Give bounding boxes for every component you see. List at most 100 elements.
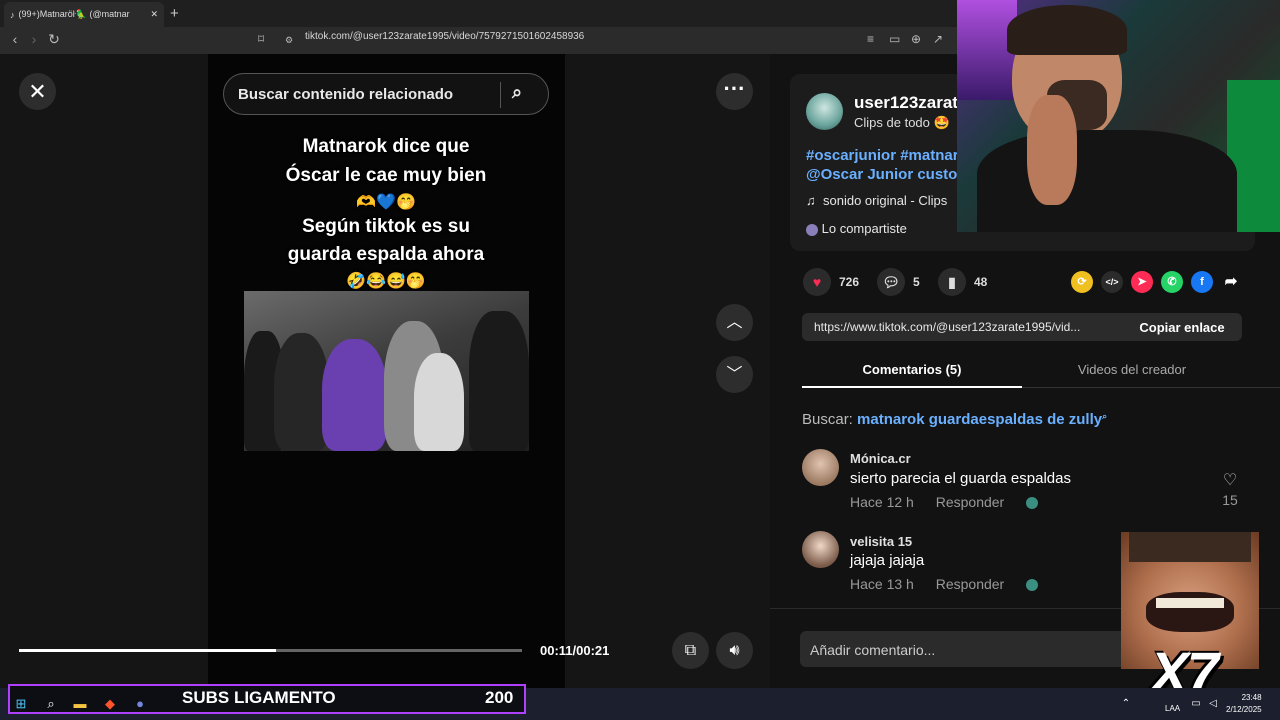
comment-meta: Hace 12 h Responder: [850, 494, 1056, 510]
previous-video-button[interactable]: ︿: [716, 304, 753, 341]
chevron-up-icon: ︿: [726, 314, 743, 331]
input-language[interactable]: LAA: [1165, 704, 1180, 713]
share-link-url[interactable]: https://www.tiktok.com/@user123zarate199…: [802, 320, 1122, 334]
search-suggestion-icon: ⌕: [1102, 411, 1108, 421]
system-clock[interactable]: 23:48 2/12/2025: [1226, 692, 1262, 716]
browser-tab[interactable]: ♪ (99+)Matnaröŀ🦜 (@matnar ✕: [4, 2, 164, 27]
start-icon[interactable]: ⊞: [11, 694, 31, 714]
heart-outline-icon[interactable]: ♡: [1218, 470, 1242, 490]
creator-username[interactable]: user123zarat: [854, 93, 958, 113]
reader-icon[interactable]: ≡: [867, 32, 874, 46]
webcam-overlay: [957, 0, 1280, 232]
comment-avatar[interactable]: [802, 531, 839, 568]
comment-count: 5: [913, 275, 920, 289]
close-tab-icon[interactable]: ✕: [150, 9, 158, 20]
back-icon[interactable]: ‹: [6, 31, 24, 47]
tray-chevron-up-icon[interactable]: ⌃: [1116, 694, 1136, 714]
search-icon[interactable]: ⌕: [512, 82, 522, 103]
caption-line-5: guarda espalda ahora: [287, 244, 485, 265]
comment-stat[interactable]: 💬︎ 5: [877, 268, 920, 296]
folder-icon[interactable]: ▬: [70, 694, 90, 714]
reload-icon[interactable]: ↻: [45, 31, 63, 48]
tab-comments[interactable]: Comentarios (5): [802, 362, 1022, 377]
discord-icon[interactable]: ●: [130, 694, 150, 714]
creator-subtitle: Clips de todo 🤩: [854, 115, 950, 130]
hashtags-line-1[interactable]: #oscarjunior #matnar: [806, 146, 967, 165]
caption-line-3: 🫶💙🤭: [356, 194, 416, 211]
comment-author[interactable]: velisita 15: [850, 534, 912, 549]
volume-button[interactable]: 🔊︎: [716, 632, 753, 669]
next-video-button[interactable]: ﹀: [716, 356, 753, 393]
search-suggestion-query[interactable]: matnarok guardaespaldas de zully: [857, 411, 1102, 428]
tab-creator-videos[interactable]: Videos del creador: [1022, 362, 1242, 377]
embed-icon[interactable]: </>: [1101, 271, 1123, 293]
like-stat[interactable]: ♥ 726: [803, 268, 859, 296]
reply-button[interactable]: Responder: [936, 494, 1005, 510]
comment-time: Hace 13 h: [850, 576, 914, 592]
more-options-button[interactable]: ···: [716, 73, 753, 110]
hashtags-line-2[interactable]: @Oscar Junior custod: [806, 165, 967, 184]
more-share-icon[interactable]: ➦: [1220, 271, 1242, 293]
volume-icon: 🔊︎: [729, 642, 740, 659]
comment-text: jajaja jajaja: [850, 552, 925, 569]
video-hashtags[interactable]: #oscarjunior #matnar @Oscar Junior custo…: [806, 146, 967, 184]
sound-label: sonido original - Clips: [822, 193, 948, 208]
taskbar-search-icon[interactable]: ⌕: [41, 694, 61, 714]
meme-teeth: [1156, 598, 1224, 608]
streamer-hand: [1027, 95, 1077, 205]
bookmark-icon[interactable]: ⌑: [258, 32, 264, 46]
creator-avatar[interactable]: [806, 93, 843, 130]
related-search-input[interactable]: Buscar contenido relacionado ⌕: [223, 73, 549, 115]
facebook-icon[interactable]: f: [1191, 271, 1213, 293]
repost-icon[interactable]: ⟳: [1071, 271, 1093, 293]
close-video-button[interactable]: ✕: [19, 73, 56, 110]
copy-link-button[interactable]: Copiar enlace: [1122, 320, 1242, 335]
reaction-icon: [1026, 579, 1039, 592]
chevron-down-icon: ﹀: [726, 366, 743, 383]
subs-goal-label: SUBS LIGAMENTO: [182, 688, 336, 707]
caption-line-2: Óscar le cae muy bien: [285, 165, 487, 186]
person-4: [414, 353, 464, 451]
site-info-icon[interactable]: ⚙: [285, 35, 293, 46]
comment-text: sierto parecia el guarda espaldas: [850, 470, 1071, 487]
progress-fill: [19, 649, 276, 652]
search-suggestion-label: Buscar:: [802, 411, 853, 428]
comment-meta: Hace 13 h Responder: [850, 576, 1056, 592]
person-2: [322, 339, 387, 451]
reaction-icon: [1026, 497, 1039, 510]
streamer-hair: [1007, 5, 1127, 55]
comment-like[interactable]: ♡ 15: [1218, 470, 1242, 508]
sound-link[interactable]: ♫ sonido original - Clips: [806, 193, 947, 208]
pip-icon: ⧉: [684, 642, 697, 659]
streamer-shirt: [977, 130, 1237, 232]
close-icon: ✕: [28, 78, 47, 104]
car-seat-right: [469, 311, 529, 451]
url-field[interactable]: tiktok.com/@user123zarate1995/video/7579…: [305, 31, 584, 42]
caption-line-4: Según tiktok es su: [302, 216, 470, 237]
comment-author[interactable]: Mónica.cr: [850, 451, 911, 466]
save-count: 48: [974, 275, 988, 289]
add-comment-input[interactable]: Añadir comentario...: [800, 631, 1140, 667]
shared-avatar-icon: [806, 223, 818, 236]
share-page-icon[interactable]: ↗: [933, 32, 943, 46]
zoom-icon[interactable]: ⊕: [911, 32, 921, 46]
bookmark-icon[interactable]: ▮: [938, 268, 966, 296]
clock-date: 2/12/2025: [1226, 705, 1262, 714]
comment-avatar[interactable]: [802, 449, 839, 486]
comment-icon[interactable]: 💬︎: [877, 268, 905, 296]
person-1: [274, 333, 329, 451]
reply-button[interactable]: Responder: [936, 576, 1005, 592]
new-tab-button[interactable]: +: [170, 5, 179, 22]
save-stat[interactable]: ▮ 48: [938, 268, 987, 296]
brave-icon[interactable]: ◆: [100, 694, 120, 714]
speaker-icon[interactable]: ◁: [1203, 694, 1223, 714]
comment-time: Hace 12 h: [850, 494, 914, 510]
cast-icon[interactable]: ▭: [889, 32, 900, 46]
tab-title: (99+)Matnaröŀ🦜 (@matnar: [18, 9, 130, 19]
send-icon[interactable]: ➤: [1131, 271, 1153, 293]
forward-icon[interactable]: ›: [25, 31, 43, 47]
whatsapp-icon[interactable]: ✆: [1161, 271, 1183, 293]
search-suggestion[interactable]: Buscar: matnarok guardaespaldas de zully…: [802, 411, 1107, 428]
pip-button[interactable]: ⧉: [672, 632, 709, 669]
heart-icon[interactable]: ♥: [803, 268, 831, 296]
